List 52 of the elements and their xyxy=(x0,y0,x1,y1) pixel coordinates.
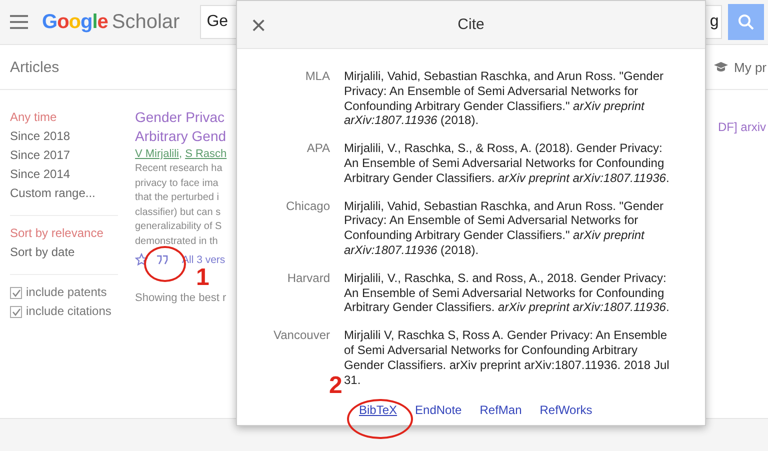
citation-style: Vancouver xyxy=(272,328,330,344)
pdf-link[interactable]: DF] arxiv xyxy=(718,120,766,321)
author-link[interactable]: V Mirjalili xyxy=(135,146,179,162)
citation-text: Mirjalili, V., Raschka, S., & Ross, A. (2018). Gender Privacy: An Ensemble of Semi Adversarial Networks for Confounding Arbitrary Gender Classifiers. arXiv preprint arXiv:1807.11936. xyxy=(344,141,670,186)
author-link[interactable]: S Rasch xyxy=(185,146,227,162)
time-filter[interactable]: Since 2018 xyxy=(10,127,135,146)
google-scholar-logo[interactable]: Google Scholar xyxy=(42,10,180,34)
checkbox[interactable] xyxy=(10,286,22,298)
time-filter[interactable]: Custom range... xyxy=(10,184,135,203)
citation-style: APA xyxy=(306,141,330,158)
annotation-circle xyxy=(347,399,413,439)
export-link[interactable]: EndNote xyxy=(415,403,462,418)
checkbox[interactable] xyxy=(10,306,22,318)
annotation-number: 1 xyxy=(196,266,210,290)
citation-text: Mirjalili, Vahid, Sebastian Raschka, and Arun Ross. "Gender Privacy: An Ensemble of Semi Adversarial Networks for Confounding Arbitrary Gender Classifiers." arXiv preprint arXiv:1807.11936 (2018). xyxy=(344,69,665,128)
menu-icon[interactable] xyxy=(10,15,28,29)
checkbox-label: include patents xyxy=(26,284,107,301)
my-profile-link[interactable]: My pr xyxy=(734,60,766,74)
author-separator: , xyxy=(179,147,182,162)
graduation-cap-icon xyxy=(714,61,728,73)
cite-icon[interactable] xyxy=(156,254,168,264)
star-icon[interactable] xyxy=(135,253,148,266)
result-snippet: classifier) but can s xyxy=(135,206,221,220)
result-snippet: that the perturbed i xyxy=(135,191,219,205)
search-icon xyxy=(738,14,754,30)
result-snippet: privacy to face ima xyxy=(135,176,218,190)
annotation-number: 2 xyxy=(329,374,342,398)
citation-style: MLA xyxy=(304,69,330,85)
export-link[interactable]: RefMan xyxy=(480,403,522,418)
citation-text: Mirjalili V, Raschka S, Ross A. Gender Privacy: An Ensemble of Semi Adversarial Networks for Confounding Arbitrary Gender Classifiers. arXiv preprint arXiv:1807.11936. 2018 Jul 31. xyxy=(344,328,670,388)
results-note: Showing the best r xyxy=(135,292,226,304)
articles-label: Articles xyxy=(10,58,60,76)
close-button[interactable]: × xyxy=(245,10,272,38)
result-snippet: Recent research ha xyxy=(135,162,222,176)
checkbox-label: include citations xyxy=(26,303,112,320)
sort-option[interactable]: Sort by relevance xyxy=(10,224,135,243)
citation-text: Mirjalili, V., Raschka, S. and Ross, A., 2018. Gender Privacy: An Ensemble of Semi Adversarial Networks for Confounding Arbitrary Gender Classifiers. arXiv preprint arXiv:1807.11936. xyxy=(344,270,670,316)
result-title[interactable]: Arbitrary Gend xyxy=(135,127,226,146)
result-snippet: demonstrated in th xyxy=(135,234,218,248)
result-snippet: generalizability of S xyxy=(135,220,222,234)
time-filter[interactable]: Since 2017 xyxy=(10,146,135,165)
sort-option[interactable]: Sort by date xyxy=(10,243,135,262)
citation-style: Harvard xyxy=(286,270,330,287)
export-link[interactable]: BibTeX xyxy=(359,403,398,418)
time-filter[interactable]: Since 2014 xyxy=(10,165,135,184)
export-link[interactable]: RefWorks xyxy=(540,403,592,418)
search-button[interactable] xyxy=(728,4,764,40)
result-title[interactable]: Gender Privac xyxy=(135,108,224,127)
dialog-title: Cite xyxy=(458,16,484,33)
citation-text: Mirjalili, Vahid, Sebastian Raschka, and Arun Ross. "Gender Privacy: An Ensemble of Semi Adversarial Networks for Confounding Arbitrary Gender Classifiers." arXiv preprint arXiv:1807.11936 (2018). xyxy=(344,198,665,258)
citation-style: Chicago xyxy=(284,198,330,215)
time-filter[interactable]: Any time xyxy=(10,108,135,127)
